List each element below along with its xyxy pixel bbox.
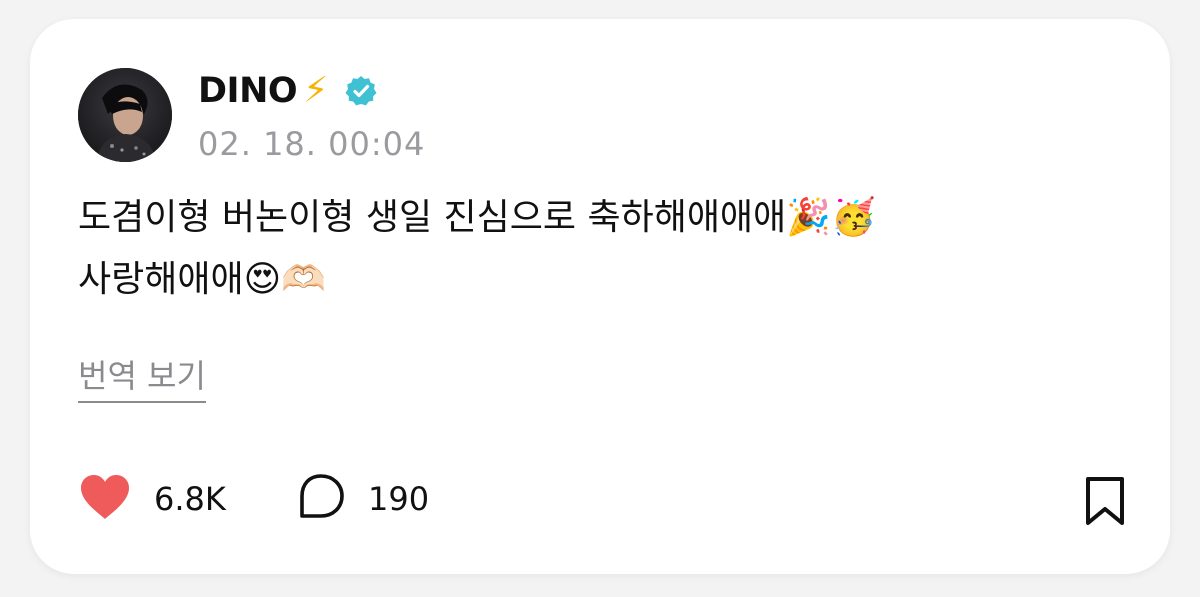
author-name[interactable]: DINO — [198, 71, 298, 111]
comment-button[interactable]: 190 — [296, 469, 429, 529]
bookmark-icon — [1082, 477, 1128, 531]
verified-check-icon — [344, 74, 378, 108]
comment-count: 190 — [368, 480, 430, 518]
author-avatar[interactable] — [78, 68, 172, 162]
heart-icon — [78, 473, 132, 525]
lightning-emoji: ⚡ — [303, 70, 329, 111]
comment-icon — [296, 472, 346, 526]
like-count: 6.8K — [154, 480, 226, 518]
translate-link[interactable]: 번역 보기 — [78, 351, 206, 403]
post-text: 도겸이형 버논이형 생일 진심으로 축하해애애애🎉🥳 사랑해애애😍🫶🏻 — [78, 197, 876, 300]
like-button[interactable]: 6.8K — [78, 469, 226, 529]
post-card: DINO ⚡ 02. 18. 00:04 도겸이형 버논이형 생일 진심으로 축… — [30, 19, 1170, 574]
post-timestamp: 02. 18. 00:04 — [198, 125, 426, 163]
bookmark-button[interactable] — [1082, 475, 1128, 531]
author-row: DINO ⚡ — [198, 69, 378, 113]
post-actions: 6.8K 190 — [78, 469, 1128, 529]
